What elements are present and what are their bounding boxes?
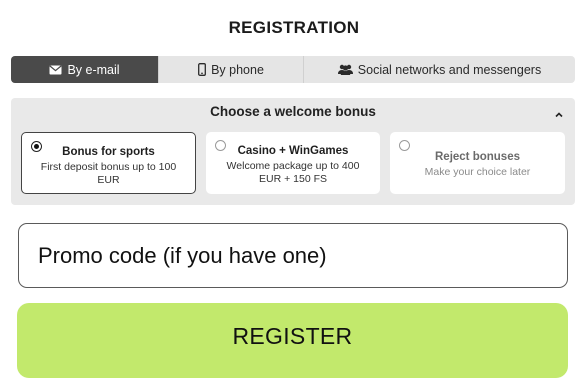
bonus-option-description: First deposit bonus up to 100 EUR — [22, 161, 195, 187]
tab-social-networks[interactable]: Social networks and messengers — [303, 56, 575, 83]
page-title: REGISTRATION — [228, 18, 360, 37]
promo-code-field[interactable] — [18, 223, 568, 288]
description-line: EUR — [97, 174, 120, 186]
description-line: Welcome package up to 400 — [226, 160, 360, 172]
chevron-up-icon[interactable] — [553, 107, 565, 118]
bonus-option-description: Make your choice later — [424, 166, 531, 178]
bonus-option-sports[interactable]: Bonus for sports First deposit bonus up … — [21, 132, 196, 194]
bonus-option-title: Reject bonuses — [435, 151, 520, 163]
tab-label: By phone — [211, 62, 264, 77]
users-icon — [337, 64, 353, 75]
radio-unselected[interactable] — [215, 140, 226, 151]
tab-label: Social networks and messengers — [357, 62, 542, 77]
bonus-option-description: Welcome package up to 400 EUR + 150 FS — [206, 160, 380, 186]
bonus-option-title: Casino + WinGames — [237, 145, 349, 157]
radio-selected[interactable] — [31, 141, 42, 152]
register-button[interactable]: REGISTER — [17, 303, 568, 378]
radio-unselected[interactable] — [399, 140, 410, 151]
welcome-bonus-panel: Choose a welcome bonus Bonus for sports … — [11, 98, 575, 205]
bonus-option-casino[interactable]: Casino + WinGames Welcome package up to … — [206, 132, 380, 194]
tab-by-phone[interactable]: By phone — [158, 56, 303, 83]
bonus-option-title: Bonus for sports — [62, 146, 155, 158]
description-line: EUR + 150 FS — [259, 173, 327, 185]
bonus-option-reject[interactable]: Reject bonuses Make your choice later — [390, 132, 565, 194]
tab-by-email[interactable]: By e-mail — [11, 56, 158, 83]
phone-icon — [198, 63, 207, 76]
envelope-icon — [49, 64, 63, 75]
promo-code-input[interactable] — [38, 235, 567, 276]
description-line: First deposit bonus up to 100 — [40, 161, 177, 173]
bonus-heading: Choose a welcome bonus — [210, 104, 376, 119]
registration-method-tabs: By e-mail By phone Social networks and m… — [11, 56, 575, 83]
tab-label: By e-mail — [67, 62, 120, 77]
